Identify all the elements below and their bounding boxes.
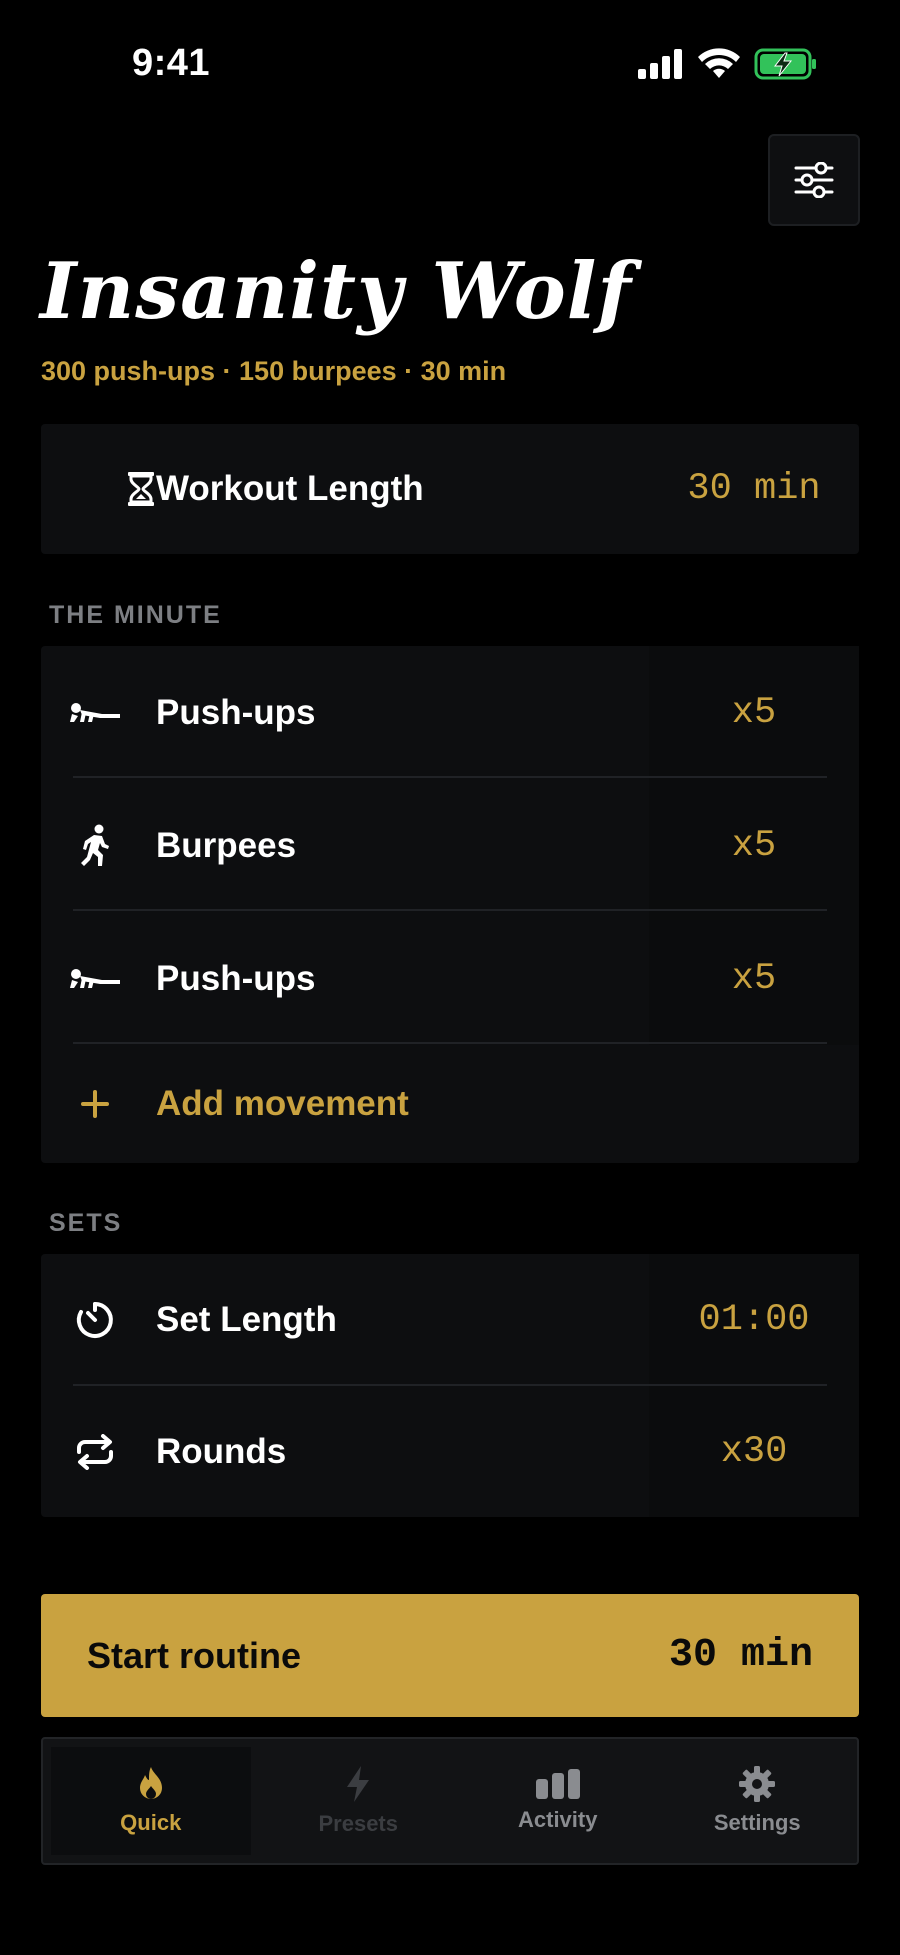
filter-settings-button[interactable] <box>768 134 860 226</box>
wifi-icon <box>698 48 740 78</box>
routine-summary: 300 push-ups · 150 burpees · 30 min <box>41 356 507 386</box>
set-length-label: Set Length <box>156 1300 337 1339</box>
sliders-icon <box>794 162 834 198</box>
flame-icon <box>139 1767 162 1799</box>
set-length-value[interactable]: 01:00 <box>649 1254 859 1386</box>
tab-quick[interactable]: Quick <box>51 1747 251 1855</box>
cellular-signal-icon <box>638 49 682 79</box>
bolt-icon <box>347 1766 370 1802</box>
tab-presets[interactable]: Presets <box>259 1739 459 1863</box>
push-up-icon <box>67 685 123 741</box>
add-movement-button[interactable]: Add movement <box>41 1045 859 1163</box>
status-icons <box>638 48 818 80</box>
movement-row[interactable]: Burpees x5 <box>41 779 859 912</box>
divider <box>73 1042 827 1044</box>
movement-row[interactable]: Push-ups x5 <box>41 912 859 1045</box>
workout-length-label: Workout Length <box>156 469 424 508</box>
tab-label: Quick <box>120 1810 182 1835</box>
status-bar: 9:41 <box>0 0 900 130</box>
movement-row[interactable]: Push-ups x5 <box>41 646 859 779</box>
running-person-icon <box>67 818 123 874</box>
tab-label: Settings <box>713 1810 801 1835</box>
workout-length-card[interactable]: Workout Length 30 min <box>41 424 859 554</box>
start-routine-duration: 30 min <box>668 1633 813 1678</box>
movement-reps[interactable]: x5 <box>649 912 859 1045</box>
status-time: 9:41 <box>132 42 211 84</box>
start-routine-button[interactable]: Start routine 30 min <box>41 1594 859 1717</box>
section-label-the-minute: THE MINUTE <box>49 601 222 629</box>
movement-label: Burpees <box>156 825 297 865</box>
divider <box>73 909 827 911</box>
tab-bar: Quick Presets Activity Settings <box>41 1737 859 1865</box>
start-routine-label: Start routine <box>87 1634 302 1676</box>
gear-icon <box>739 1766 776 1802</box>
repeat-icon <box>67 1424 123 1480</box>
add-movement-label: Add movement <box>156 1084 409 1123</box>
battery-charging-icon <box>754 48 816 80</box>
workout-length-value[interactable]: 30 min <box>649 424 859 554</box>
page-title: Insanity Wolf <box>40 246 632 337</box>
plus-icon <box>67 1076 123 1132</box>
rounds-row[interactable]: Rounds x30 <box>41 1386 859 1517</box>
the-minute-card: Push-ups x5 Burpees x5 Push-ups x5 Add m… <box>41 646 859 1163</box>
timer-icon <box>67 1292 123 1348</box>
divider <box>73 776 827 778</box>
movement-label: Push-ups <box>156 958 316 998</box>
tab-label: Presets <box>318 1811 398 1836</box>
set-length-row[interactable]: Set Length 01:00 <box>41 1254 859 1386</box>
tab-settings[interactable]: Settings <box>658 1739 858 1863</box>
movement-reps[interactable]: x5 <box>649 646 859 779</box>
movement-reps[interactable]: x5 <box>649 779 859 912</box>
tab-label: Activity <box>518 1807 598 1832</box>
rounds-value[interactable]: x30 <box>649 1386 859 1517</box>
movement-label: Push-ups <box>156 692 316 732</box>
bar-chart-icon <box>535 1769 580 1799</box>
section-label-sets: SETS <box>49 1209 123 1237</box>
push-up-icon <box>67 951 123 1007</box>
rounds-label: Rounds <box>156 1431 287 1471</box>
sets-card: Set Length 01:00 Rounds x30 <box>41 1254 859 1517</box>
tab-activity[interactable]: Activity <box>458 1739 658 1863</box>
